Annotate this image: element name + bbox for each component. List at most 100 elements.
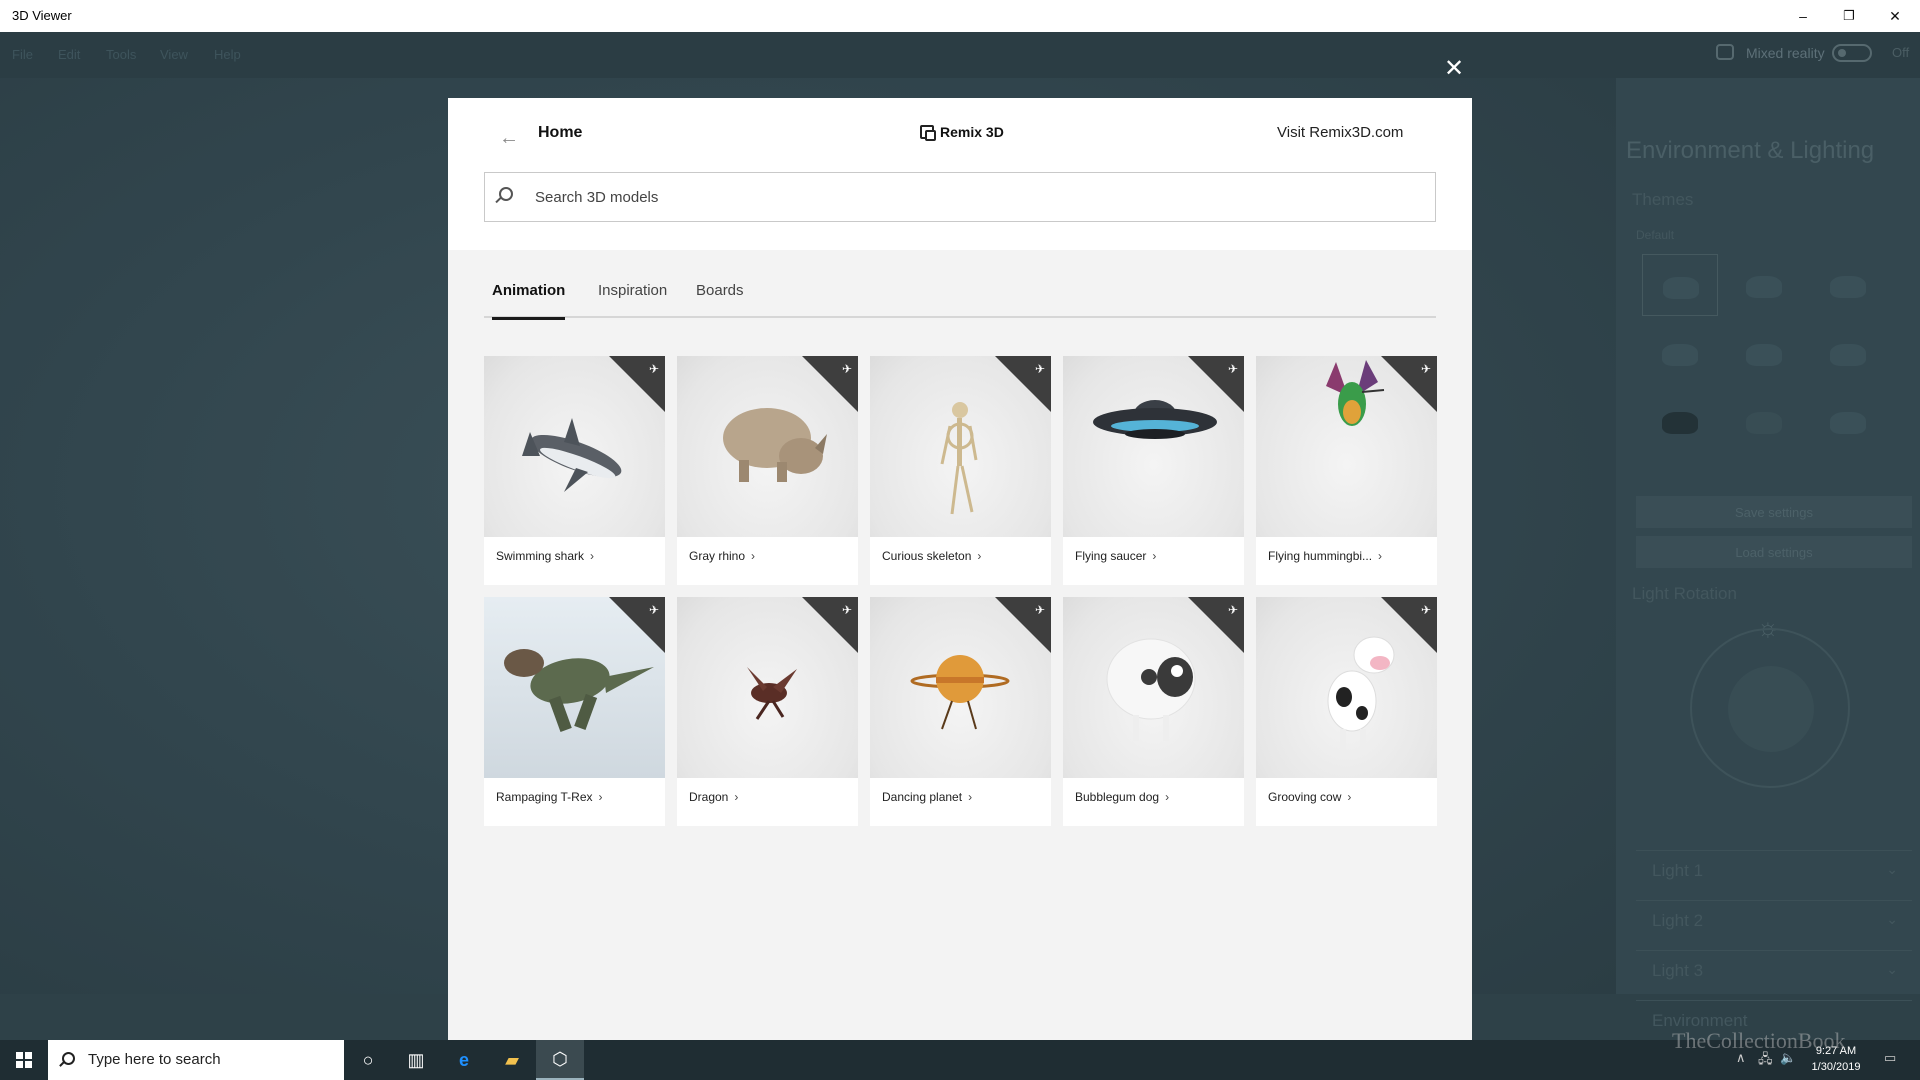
- tab-inspiration[interactable]: Inspiration: [598, 282, 667, 318]
- watermark: TheCollectionBook: [1672, 1028, 1846, 1053]
- chevron-right-icon: ›: [1378, 549, 1383, 563]
- clock-date: 1/30/2019: [1811, 1061, 1861, 1073]
- chevron-down-icon: ⌄: [1886, 961, 1898, 977]
- light-2-row[interactable]: Light 2 ⌄: [1636, 900, 1912, 940]
- menu-file[interactable]: File: [12, 47, 33, 62]
- search-input[interactable]: [533, 173, 1413, 221]
- chevron-right-icon: ›: [977, 549, 982, 563]
- task-view-icon[interactable]: ▥: [392, 1040, 440, 1080]
- theme-tile[interactable]: [1726, 390, 1802, 452]
- tab-boards[interactable]: Boards: [696, 282, 744, 318]
- brand-label: Remix 3D: [940, 124, 1004, 140]
- remix3d-logo-icon: [920, 125, 936, 141]
- model-card-gray-rhino[interactable]: ✈ Gray rhino ›: [677, 356, 858, 585]
- model-card-grooving-cow[interactable]: ✈ Grooving cow ›: [1256, 597, 1437, 826]
- theme-tile[interactable]: [1810, 254, 1886, 316]
- animation-icon: ✈: [1034, 603, 1045, 617]
- minimize-button[interactable]: –: [1780, 0, 1826, 32]
- tab-animation[interactable]: Animation: [492, 282, 566, 320]
- light-3-label: Light 3: [1652, 961, 1704, 980]
- panel-title: Environment & Lighting: [1626, 137, 1875, 164]
- window-title: 3D Viewer: [12, 8, 72, 23]
- model-name: Curious skeleton: [882, 549, 972, 563]
- taskbar-search-placeholder: Type here to search: [88, 1051, 221, 1068]
- model-label-3: Curious skeleton ›: [882, 549, 981, 563]
- file-explorer-icon[interactable]: ▰: [488, 1040, 536, 1080]
- edge-browser-icon[interactable]: e: [440, 1040, 488, 1080]
- load-settings-button[interactable]: Load settings: [1636, 536, 1912, 568]
- model-card-flying-saucer[interactable]: ✈ Flying saucer ›: [1063, 356, 1244, 585]
- chevron-down-icon: ⌄: [1886, 861, 1898, 877]
- menu-bar: File Edit Tools View Help Mixed reality …: [0, 32, 1920, 78]
- theme-tile[interactable]: [1642, 254, 1718, 316]
- search-icon: [499, 187, 513, 201]
- animation-icon: ✈: [1034, 362, 1045, 376]
- search-icon: [62, 1052, 75, 1065]
- animation-icon: ✈: [1227, 603, 1238, 617]
- menu-view[interactable]: View: [160, 47, 188, 62]
- model-thumbnail: ✈: [484, 597, 665, 778]
- light-3-row[interactable]: Light 3 ⌄: [1636, 950, 1912, 990]
- model-label-9: Bubblegum dog ›: [1075, 790, 1169, 804]
- model-thumbnail: ✈: [677, 356, 858, 537]
- start-button[interactable]: [0, 1040, 48, 1080]
- model-card-flying-hummingbird[interactable]: ✈ Flying hummingbi... ›: [1256, 356, 1437, 585]
- model-name: Swimming shark: [496, 549, 585, 563]
- action-center-icon[interactable]: ▭: [1884, 1050, 1896, 1066]
- model-card-dancing-planet[interactable]: ✈ Dancing planet ›: [870, 597, 1051, 826]
- model-label-8: Dancing planet ›: [882, 790, 972, 804]
- light-rotation-center: [1728, 666, 1814, 752]
- model-card-rampaging-trex[interactable]: ✈ Rampaging T-Rex ›: [484, 597, 665, 826]
- model-card-dragon[interactable]: ✈ Dragon ›: [677, 597, 858, 826]
- menu-help[interactable]: Help: [214, 47, 241, 62]
- chevron-right-icon: ›: [598, 790, 603, 804]
- search-box[interactable]: [484, 172, 1436, 222]
- 3d-viewer-taskbar-icon[interactable]: ⬡: [536, 1040, 584, 1080]
- model-thumbnail: ✈: [1063, 597, 1244, 778]
- mixed-reality-toggle[interactable]: [1832, 44, 1872, 62]
- visit-remix3d-link[interactable]: Visit Remix3D.com: [1277, 124, 1403, 141]
- model-thumbnail: ✈: [677, 597, 858, 778]
- theme-tile[interactable]: [1810, 390, 1886, 452]
- model-label-10: Grooving cow ›: [1268, 790, 1351, 804]
- dialog-header: ← Home Remix 3D Visit Remix3D.com: [448, 98, 1472, 250]
- chevron-right-icon: ›: [590, 549, 595, 563]
- theme-tile[interactable]: [1642, 390, 1718, 452]
- maximize-button[interactable]: ❐: [1826, 0, 1872, 32]
- model-thumbnail: ✈: [1063, 356, 1244, 537]
- taskbar: Type here to search ○ ▥ e ▰ ⬡ ∧ 🖧 🔈 9:27…: [0, 1040, 1920, 1080]
- close-window-button[interactable]: ✕: [1872, 0, 1918, 32]
- model-thumbnail: ✈: [1256, 356, 1437, 537]
- model-label-1: Swimming shark ›: [496, 549, 594, 563]
- light-1-row[interactable]: Light 1 ⌄: [1636, 850, 1912, 890]
- menu-edit[interactable]: Edit: [58, 47, 80, 62]
- model-card-bubblegum-dog[interactable]: ✈ Bubblegum dog ›: [1063, 597, 1244, 826]
- animation-icon: ✈: [841, 362, 852, 376]
- model-label-7: Dragon ›: [689, 790, 738, 804]
- tab-bar: Animation Inspiration Boards: [484, 270, 1436, 320]
- model-card-swimming-shark[interactable]: ✈ Swimming shark ›: [484, 356, 665, 585]
- theme-tile[interactable]: [1642, 322, 1718, 384]
- back-arrow-icon[interactable]: ←: [494, 123, 524, 153]
- theme-tile[interactable]: [1726, 254, 1802, 316]
- theme-tile[interactable]: [1726, 322, 1802, 384]
- chevron-right-icon: ›: [1347, 790, 1352, 804]
- animation-icon: ✈: [1420, 603, 1431, 617]
- light-1-label: Light 1: [1652, 861, 1704, 880]
- save-settings-button[interactable]: Save settings: [1636, 496, 1912, 528]
- model-thumbnail: ✈: [1256, 597, 1437, 778]
- default-label: Default: [1636, 228, 1675, 242]
- menu-tools[interactable]: Tools: [106, 47, 136, 62]
- close-dialog-button[interactable]: ✕: [1438, 52, 1470, 84]
- model-name: Rampaging T-Rex: [496, 790, 593, 804]
- model-name: Flying hummingbi...: [1268, 549, 1373, 563]
- taskbar-search[interactable]: Type here to search: [48, 1040, 344, 1080]
- model-label-4: Flying saucer ›: [1075, 549, 1156, 563]
- model-card-curious-skeleton[interactable]: ✈ Curious skeleton ›: [870, 356, 1051, 585]
- model-name: Dragon: [689, 790, 729, 804]
- model-label-2: Gray rhino ›: [689, 549, 755, 563]
- model-name: Gray rhino: [689, 549, 746, 563]
- cortana-icon[interactable]: ○: [344, 1040, 392, 1080]
- windows-logo-icon: [16, 1052, 32, 1068]
- theme-tile[interactable]: [1810, 322, 1886, 384]
